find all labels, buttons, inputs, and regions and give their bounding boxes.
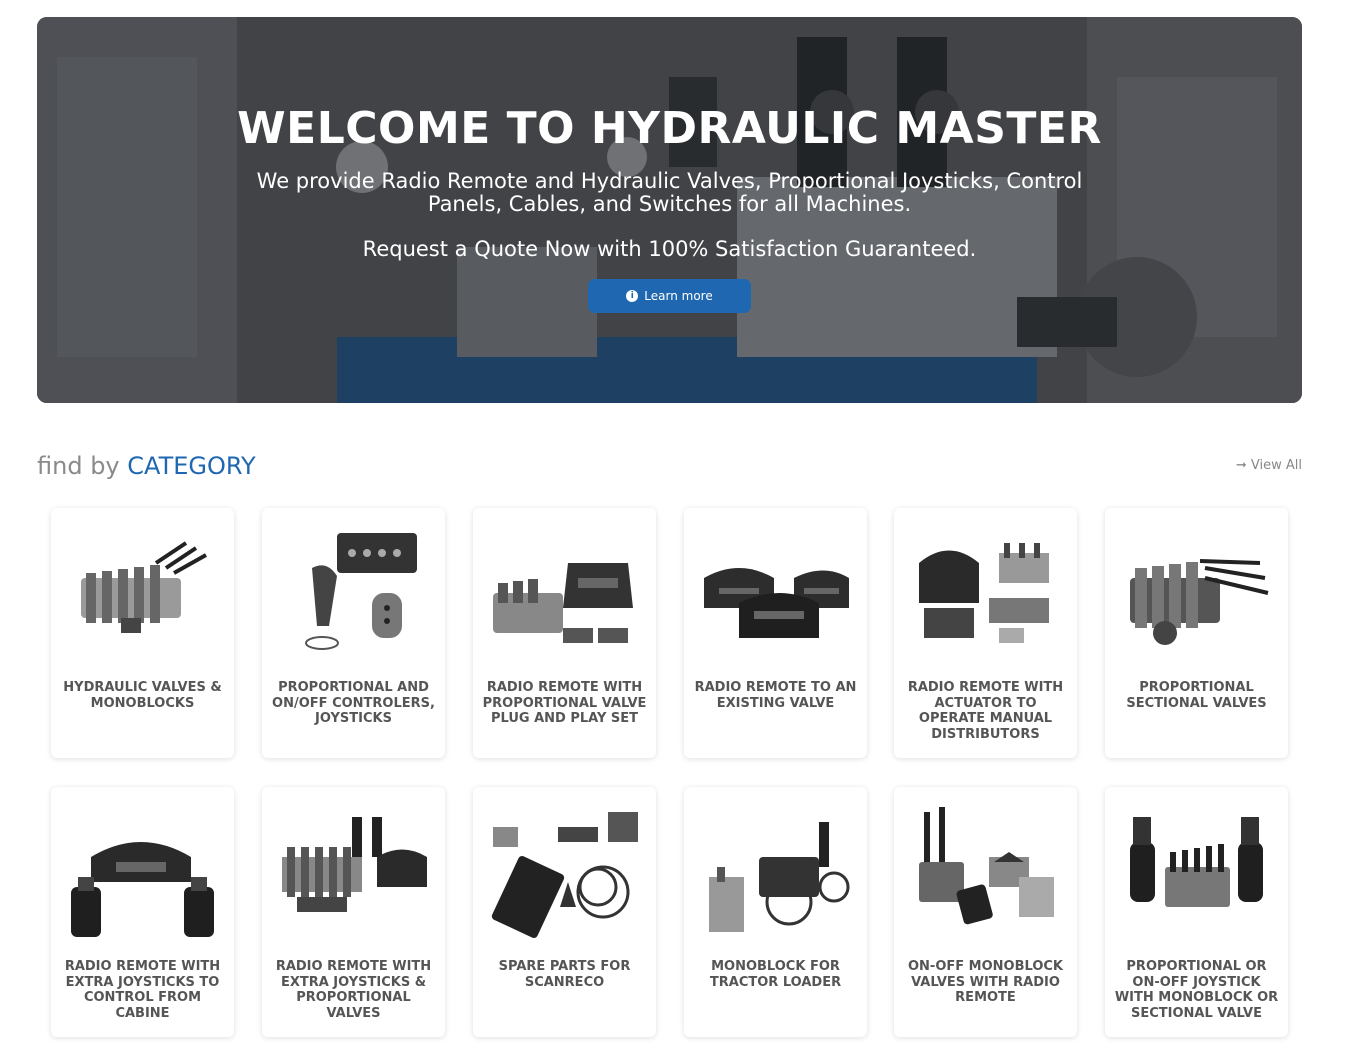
remote-joysticks-valves-image xyxy=(282,817,427,912)
category-card[interactable]: PROPORTIONAL SECTIONAL VALVES xyxy=(1105,508,1288,758)
remote-extra-joysticks-image xyxy=(71,842,214,937)
monoblock-loader-image xyxy=(709,822,850,932)
category-heading-prefix: find by xyxy=(37,452,120,480)
hero-title: WELCOME TO HYDRAULIC MASTER xyxy=(237,103,1102,154)
category-heading: find by CATEGORY xyxy=(37,452,256,480)
category-label: PROPORTIONAL OR ON-OFF JOYSTICK WITH MON… xyxy=(1114,959,1279,1021)
category-card[interactable]: HYDRAULIC VALVES & MONOBLOCKS xyxy=(51,508,234,758)
info-icon: i xyxy=(626,290,639,302)
category-card[interactable]: SPARE PARTS FOR SCANRECO xyxy=(473,787,656,1037)
category-card[interactable]: ON-OFF MONOBLOCK VALVES WITH RADIO REMOT… xyxy=(894,787,1077,1037)
sectional-valves-image xyxy=(1130,559,1269,645)
category-label: MONOBLOCK FOR TRACTOR LOADER xyxy=(709,959,842,990)
learn-more-button[interactable]: i Learn more xyxy=(588,279,751,313)
category-label: RADIO REMOTE TO AN EXISTING VALVE xyxy=(694,680,857,711)
category-card[interactable]: RADIO REMOTE TO AN EXISTING VALVE xyxy=(684,508,867,758)
category-card[interactable]: PROPORTIONAL OR ON-OFF JOYSTICK WITH MON… xyxy=(1105,787,1288,1037)
category-label: PROPORTIONAL AND ON/OFF CONTROLERS, JOYS… xyxy=(272,680,435,726)
category-label: RADIO REMOTE WITH EXTRA JOYSTICKS TO CON… xyxy=(64,959,221,1021)
actuator-kit-image xyxy=(919,543,1049,643)
category-card[interactable]: RADIO REMOTE WITH PROPORTIONAL VALVE PLU… xyxy=(473,508,656,758)
radio-remote-image xyxy=(704,568,849,638)
category-label: HYDRAULIC VALVES & MONOBLOCKS xyxy=(63,680,222,711)
category-label: PROPORTIONAL SECTIONAL VALVES xyxy=(1126,680,1267,711)
joystick-monoblock-image xyxy=(1130,817,1263,907)
learn-more-label: Learn more xyxy=(644,289,713,303)
category-card[interactable]: MONOBLOCK FOR TRACTOR LOADER xyxy=(684,787,867,1037)
category-label: RADIO REMOTE WITH EXTRA JOYSTICKS & PROP… xyxy=(275,959,432,1021)
category-card[interactable]: RADIO REMOTE WITH ACTUATOR TO OPERATE MA… xyxy=(894,508,1077,758)
spare-parts-image xyxy=(491,812,638,938)
category-label: ON-OFF MONOBLOCK VALVES WITH RADIO REMOT… xyxy=(908,959,1063,1005)
hero-quote-text: Request a Quote Now with 100% Satisfacti… xyxy=(362,237,977,261)
category-label: RADIO REMOTE WITH PROPORTIONAL VALVE PLU… xyxy=(482,680,647,726)
hero-subtitle: We provide Radio Remote and Hydraulic Va… xyxy=(256,169,1083,216)
category-label: SPARE PARTS FOR SCANRECO xyxy=(498,959,631,990)
category-card[interactable]: RADIO REMOTE WITH EXTRA JOYSTICKS & PROP… xyxy=(262,787,445,1037)
hydraulic-valves-image xyxy=(81,541,207,633)
joystick-controller-image xyxy=(305,533,417,650)
category-heading-word: CATEGORY xyxy=(127,452,256,480)
category-card[interactable]: RADIO REMOTE WITH EXTRA JOYSTICKS TO CON… xyxy=(51,787,234,1037)
category-card[interactable]: PROPORTIONAL AND ON/OFF CONTROLERS, JOYS… xyxy=(262,508,445,758)
onoff-monoblock-radio-image xyxy=(919,807,1054,925)
hero-banner: WELCOME TO HYDRAULIC MASTER We provide R… xyxy=(37,17,1302,403)
view-all-link[interactable]: ➞ View All xyxy=(1236,458,1302,473)
radio-remote-kit-image xyxy=(493,563,633,643)
category-label: RADIO REMOTE WITH ACTUATOR TO OPERATE MA… xyxy=(907,680,1064,742)
